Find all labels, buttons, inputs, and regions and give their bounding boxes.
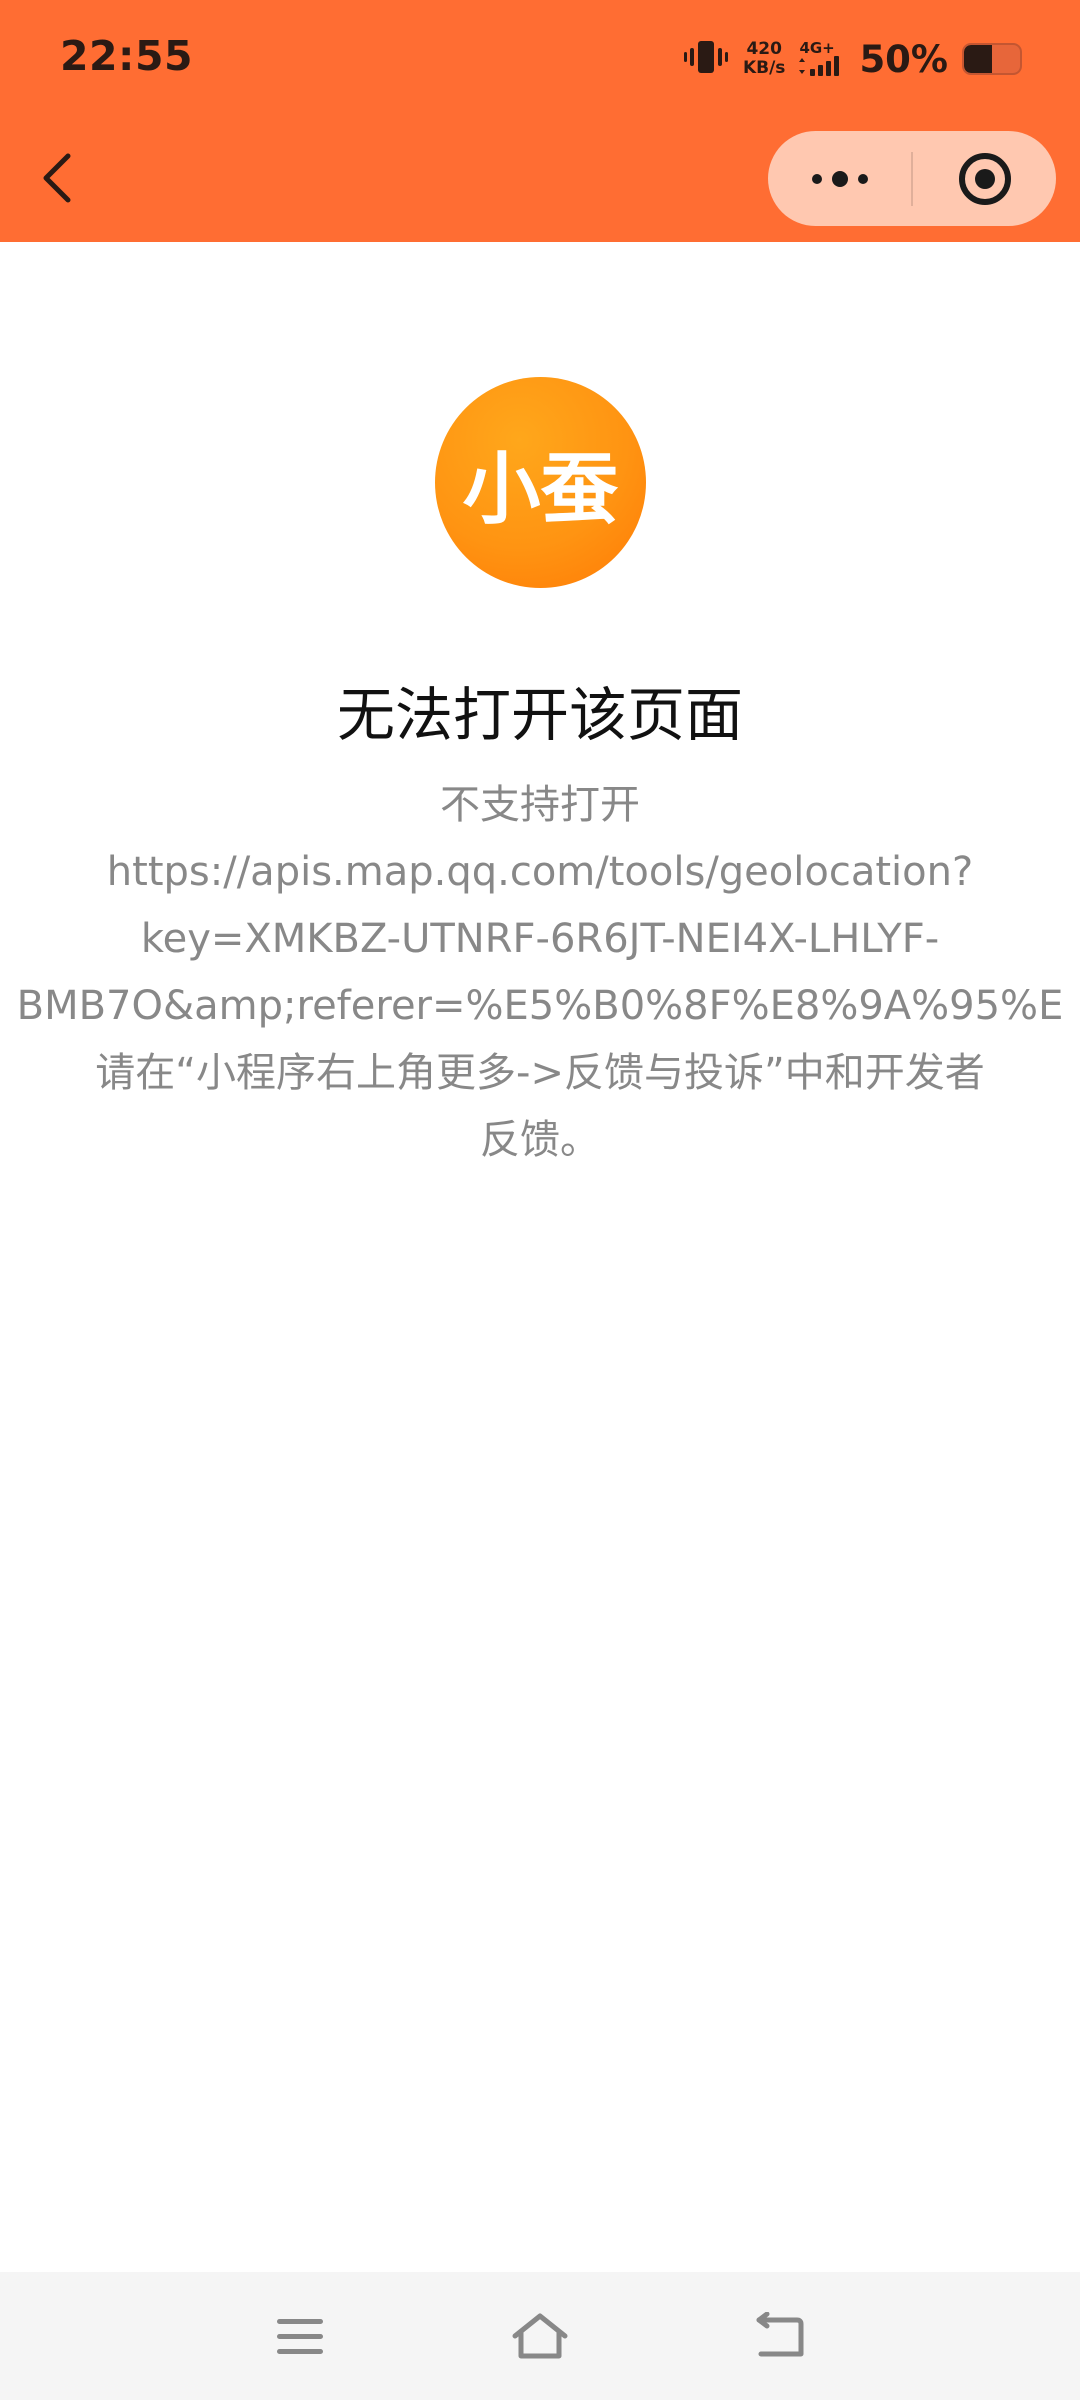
- header-bar: 22:55 420 KB/s 4G+ 50%: [0, 0, 1080, 242]
- message-line: key=XMKBZ-UTNRF-6R6JT-NEI4X-LHLYF-: [140, 916, 940, 962]
- net-speed-value: 420: [746, 39, 782, 59]
- back-icon: [756, 2312, 804, 2357]
- more-button[interactable]: [768, 131, 911, 226]
- logo-text: 小蚕: [462, 444, 619, 535]
- menu-icon: [277, 2319, 323, 2354]
- battery-icon: [962, 43, 1022, 75]
- battery-fill: [964, 45, 992, 73]
- net-speed: 420 KB/s: [743, 40, 785, 78]
- message-line: https://apis.map.qq.com/tools/geolocatio…: [106, 849, 974, 895]
- message-line: 请在“小程序右上角更多->反馈与投诉”中和开发者: [95, 1050, 985, 1096]
- menu-button[interactable]: [255, 2302, 345, 2372]
- back-chevron-icon: [43, 153, 71, 203]
- net-speed-unit: KB/s: [742, 58, 786, 78]
- message-line: 反馈。: [480, 1117, 600, 1163]
- more-dots-icon: [811, 170, 868, 187]
- status-icons: 420 KB/s 4G+ 50%: [683, 30, 1022, 88]
- error-title: 无法打开该页面: [336, 681, 743, 749]
- battery-percent: 50%: [859, 37, 948, 81]
- nav-back-button[interactable]: [735, 2302, 825, 2372]
- vibrate-icon: [683, 37, 729, 81]
- home-button[interactable]: [495, 2302, 585, 2372]
- close-miniprogram-icon: [958, 152, 1011, 205]
- back-button[interactable]: [30, 140, 86, 216]
- close-miniprogram-button[interactable]: [913, 131, 1056, 226]
- status-time: 22:55: [60, 32, 194, 80]
- app-logo: 小蚕: [435, 377, 646, 588]
- message-line: 不支持打开: [440, 782, 640, 828]
- network-type: 4G+: [799, 38, 835, 57]
- home-icon: [512, 2313, 568, 2359]
- miniprogram-capsule: [768, 131, 1056, 226]
- error-message: 不支持打开 https://apis.map.qq.com/tools/geol…: [0, 772, 1080, 1174]
- network-indicator: 4G+: [799, 40, 845, 79]
- message-line: BMB7O&amp;referer=%E5%B0%8F%E8%9A%95%E: [16, 983, 1064, 1029]
- signal-icon: [799, 55, 845, 79]
